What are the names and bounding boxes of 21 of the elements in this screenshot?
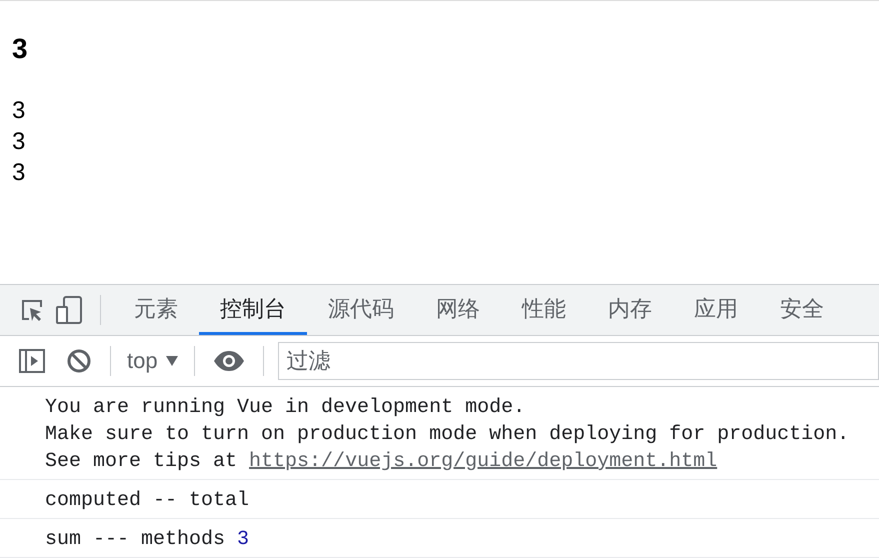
page-text: 3 xyxy=(12,96,26,126)
context-dropdown[interactable]: top xyxy=(121,348,184,374)
page-text: 3 xyxy=(12,158,26,188)
console-text: You are running Vue in development mode. xyxy=(45,396,526,419)
page-heading: 3 xyxy=(12,32,28,65)
devtools-tab[interactable]: 内存 xyxy=(587,285,673,335)
console-text: Make sure to turn on production mode when deploying for production. xyxy=(45,423,850,446)
console-link[interactable]: https://vuejs.org/guide/deployment.html xyxy=(249,450,718,473)
caret-icon xyxy=(166,356,178,366)
console-text: See more tips at xyxy=(45,450,238,473)
devtools-tab[interactable]: 性能 xyxy=(501,285,587,335)
console-text: sum --- methods xyxy=(45,528,226,551)
console-text: computed -- total xyxy=(45,489,250,512)
page-text: 3 xyxy=(12,127,26,157)
devtools-tab[interactable]: 网络 xyxy=(415,285,501,335)
devtools-tab[interactable]: 应用 xyxy=(673,285,759,335)
devtools-tab[interactable]: 安全 xyxy=(759,285,845,335)
devtools-tab[interactable]: 元素 xyxy=(113,285,199,335)
console-value: 3 xyxy=(237,528,250,551)
devtools-tab[interactable]: 源代码 xyxy=(307,285,415,335)
filter-field[interactable]: 过滤 xyxy=(278,342,879,380)
